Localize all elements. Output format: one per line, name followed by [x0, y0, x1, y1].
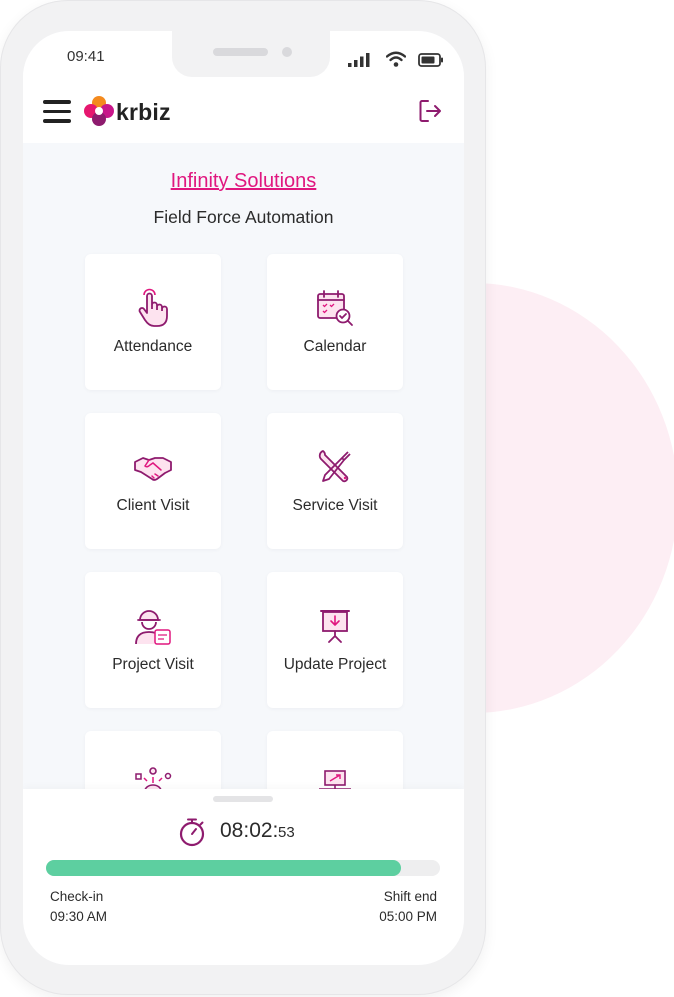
checkin-time: 09:30 AM	[50, 909, 108, 924]
tile-client-visit[interactable]: Client Visit	[85, 413, 221, 549]
touch-hand-icon	[138, 288, 168, 327]
tools-icon	[318, 450, 351, 483]
tile-project-visit[interactable]: Project Visit	[85, 572, 221, 708]
calendar-check-icon	[317, 290, 353, 326]
tile-label: Attendance	[113, 338, 193, 355]
shift-end-label: Shift end	[383, 889, 437, 904]
timer-seconds: 53	[278, 824, 295, 841]
battery-icon	[418, 53, 443, 67]
tile-label: Update Project	[283, 656, 387, 673]
phone-frame: 09:41 krbiz Infinity Solutions Field For…	[0, 0, 486, 995]
tile-label: Calendar	[303, 338, 367, 355]
tile-label: Project Visit	[112, 656, 194, 673]
speaker	[213, 48, 268, 56]
wifi-icon	[386, 51, 406, 67]
tile-label: Service Visit	[292, 497, 378, 514]
phone-notch	[172, 31, 330, 77]
handshake-icon	[134, 457, 172, 481]
hamburger-menu-icon[interactable]	[43, 100, 71, 124]
shift-progress-bar	[46, 860, 440, 876]
tile-calendar[interactable]: Calendar	[267, 254, 403, 390]
signal-icon	[348, 53, 370, 67]
camera	[282, 47, 292, 57]
top-bar: 09:41 krbiz	[23, 31, 464, 143]
shift-end-time: 05:00 PM	[379, 909, 437, 924]
krbiz-logo-mark	[84, 96, 114, 126]
logo-text: krbiz	[116, 99, 171, 125]
presentation-board-icon	[320, 610, 350, 643]
shift-progress-fill	[46, 860, 401, 876]
engineer-icon	[135, 610, 171, 645]
app-screen: 09:41 krbiz Infinity Solutions Field For…	[23, 31, 464, 965]
logout-icon[interactable]	[418, 98, 444, 124]
company-link[interactable]: Infinity Solutions	[23, 170, 464, 193]
status-time: 09:41	[67, 48, 105, 65]
krbiz-logo: krbiz	[84, 94, 184, 130]
page-subtitle: Field Force Automation	[153, 207, 334, 227]
shift-timer-sheet: 08:02: 53 Check-in 09:30 AM Shift end 05…	[23, 789, 464, 965]
tile-label: Client Visit	[116, 497, 190, 514]
sheet-drag-handle[interactable]	[213, 796, 273, 802]
stopwatch-icon	[179, 818, 205, 847]
timer-hours-minutes: 08:02:	[220, 819, 279, 842]
tile-attendance[interactable]: Attendance	[85, 254, 221, 390]
checkin-info: Check-in 09:30 AM	[50, 887, 107, 927]
tile-service-visit[interactable]: Service Visit	[267, 413, 403, 549]
shift-end-info: Shift end 05:00 PM	[379, 887, 437, 927]
checkin-label: Check-in	[50, 889, 104, 904]
tile-update-project[interactable]: Update Project	[267, 572, 403, 708]
